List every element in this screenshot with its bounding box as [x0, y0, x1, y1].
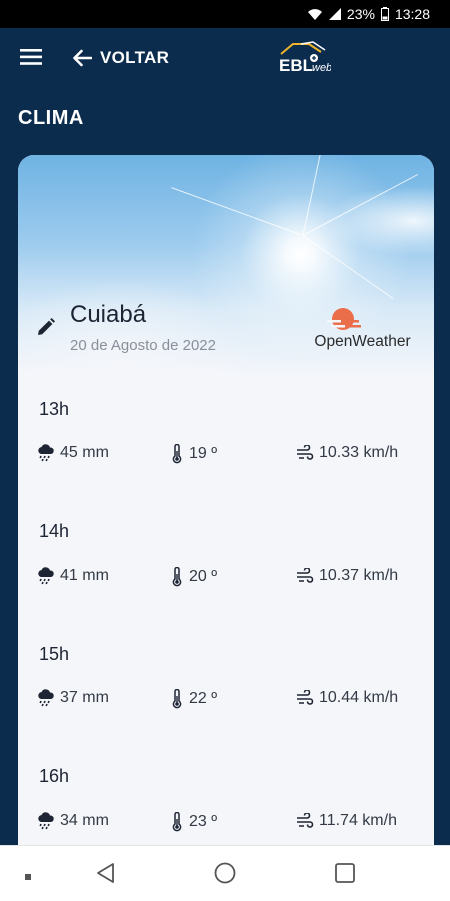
- status-bar: 23% 13:28: [0, 0, 450, 28]
- square-recents-icon: [335, 863, 355, 883]
- rain-metric: 37 mm: [37, 689, 109, 707]
- rain-cloud-icon: [38, 444, 54, 462]
- forecast-date: 20 de Agosto de 2022: [70, 337, 216, 354]
- temperature-value: 19 º: [189, 445, 218, 462]
- wind-icon: [297, 813, 314, 828]
- svg-text:web: web: [312, 62, 331, 74]
- signal-icon: [328, 8, 341, 20]
- forecast-hour: 15h: [39, 644, 70, 664]
- temperature-metric: 23 º: [170, 812, 217, 832]
- city-name: Cuiabá: [70, 301, 147, 328]
- nav-home-button[interactable]: [214, 862, 236, 889]
- forecast-hour: 14h: [39, 521, 70, 541]
- rain-cloud-icon: [38, 812, 54, 830]
- battery-percent: 23%: [346, 6, 375, 22]
- menu-icon: [20, 49, 42, 65]
- thermometer-icon: [172, 689, 182, 709]
- arrow-left-icon: [73, 49, 92, 67]
- pencil-icon: [38, 318, 55, 335]
- rain-metric: 45 mm: [37, 444, 109, 462]
- rain-metric: 41 mm: [37, 567, 109, 585]
- app-logo: EBL web: [279, 40, 332, 76]
- wind-metric: 11.74 km/h: [296, 812, 397, 830]
- forecast-hour: 16h: [39, 766, 70, 786]
- thermometer-icon: [172, 444, 182, 464]
- edit-location-button[interactable]: [36, 317, 56, 337]
- rain-value: 37 mm: [60, 689, 109, 706]
- wifi-icon: [307, 8, 322, 20]
- battery-icon: [380, 7, 389, 21]
- temperature-metric: 20 º: [170, 567, 217, 587]
- rain-value: 45 mm: [60, 444, 109, 461]
- temperature-value: 23 º: [189, 813, 218, 830]
- temperature-value: 22 º: [189, 690, 218, 707]
- wind-icon: [297, 445, 314, 460]
- triangle-back-icon: [97, 863, 114, 883]
- thermometer-icon: [172, 812, 182, 832]
- rain-metric: 34 mm: [37, 812, 109, 830]
- dot-icon: [25, 874, 31, 880]
- forecast-hour: 13h: [39, 399, 70, 419]
- wind-value: 10.37 km/h: [319, 567, 399, 584]
- nav-recents-button[interactable]: [334, 862, 356, 889]
- back-label: VOLTAR: [100, 48, 170, 67]
- system-nav-bar: [0, 845, 450, 901]
- wind-metric: 10.44 km/h: [296, 689, 398, 707]
- nav-back-button[interactable]: [95, 862, 117, 889]
- rain-value: 41 mm: [60, 567, 109, 584]
- circle-home-icon: [214, 862, 236, 884]
- rain-cloud-icon: [38, 689, 54, 707]
- openweather-logo: OpenWeather: [305, 303, 420, 353]
- temperature-value: 20 º: [189, 568, 218, 585]
- clock: 13:28: [394, 6, 430, 22]
- rain-cloud-icon: [38, 567, 54, 585]
- wind-metric: 10.33 km/h: [296, 444, 398, 462]
- weather-card: Cuiabá 20 de Agosto de 2022 OpenWeather …: [18, 155, 434, 875]
- thermometer-icon: [172, 567, 182, 587]
- app-bar: VOLTAR EBL web: [0, 28, 450, 90]
- svg-text:EBL: EBL: [279, 56, 313, 75]
- nav-dot-button[interactable]: [24, 868, 32, 886]
- wind-value: 10.44 km/h: [319, 689, 399, 706]
- rain-value: 34 mm: [60, 812, 109, 829]
- wind-value: 10.33 km/h: [319, 444, 399, 461]
- page-title: CLIMA: [18, 107, 84, 129]
- wind-icon: [297, 568, 314, 583]
- menu-button[interactable]: [20, 48, 42, 68]
- openweather-text: OpenWeather: [314, 333, 411, 350]
- wind-value: 11.74 km/h: [319, 812, 397, 829]
- wind-metric: 10.37 km/h: [296, 567, 398, 585]
- back-button[interactable]: VOLTAR: [72, 44, 169, 72]
- temperature-metric: 22 º: [170, 689, 217, 709]
- temperature-metric: 19 º: [170, 444, 217, 464]
- sun-logo-icon: [327, 308, 361, 330]
- wind-icon: [297, 690, 314, 705]
